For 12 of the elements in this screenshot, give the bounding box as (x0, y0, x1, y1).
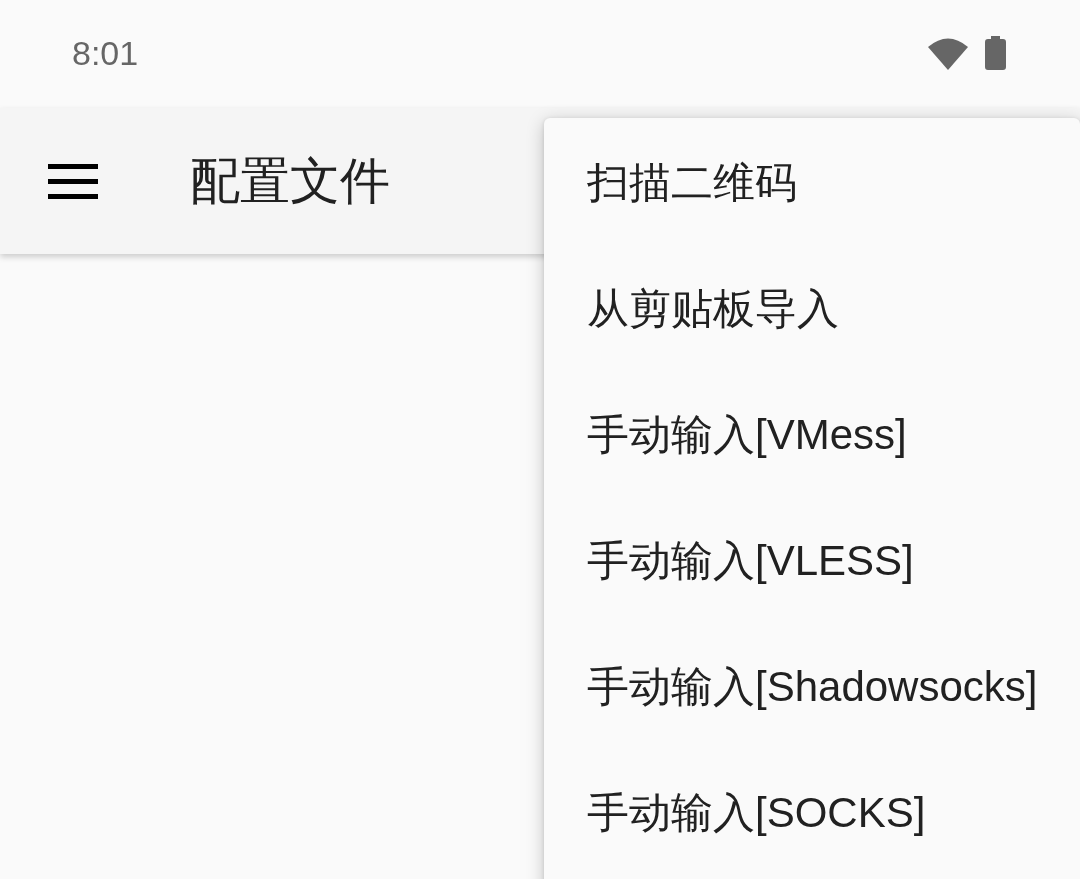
status-time: 8:01 (72, 33, 139, 73)
wifi-icon (928, 36, 968, 70)
menu-icon (48, 163, 98, 199)
menu-item[interactable]: 手动输入[SOCKS] (544, 750, 1080, 876)
menu-item[interactable]: 扫描二维码 (544, 120, 1080, 246)
app-bar-title: 配置文件 (190, 151, 390, 211)
menu-item[interactable]: 手动输入[VLESS] (544, 498, 1080, 624)
battery-icon (985, 36, 1006, 70)
menu-button[interactable] (48, 163, 98, 199)
menu-item[interactable]: 手动输入[Shadowsocks] (544, 624, 1080, 750)
menu-item[interactable]: 手动输入[VMess] (544, 372, 1080, 498)
menu-item[interactable]: 从剪贴板导入 (544, 246, 1080, 372)
